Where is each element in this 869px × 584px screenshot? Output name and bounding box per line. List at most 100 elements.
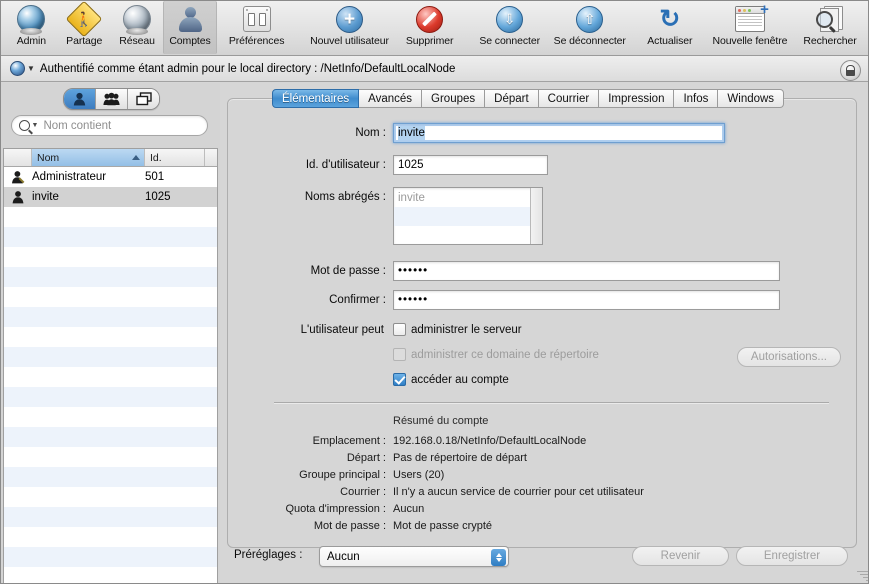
list-item-empty [4, 447, 217, 467]
row-name: Administrateur [32, 171, 107, 183]
checkbox-label: administrer ce domaine de répertoire [411, 348, 599, 361]
toolbar-label: Rechercher [803, 35, 857, 47]
shortnames-scrollbar[interactable] [530, 188, 542, 244]
toolbar-button-rechercher[interactable]: Rechercher [790, 1, 868, 54]
segment-computers[interactable] [128, 89, 159, 109]
tab-impression[interactable]: Impression [599, 89, 675, 108]
summary-title: Résumé du compte [393, 415, 489, 427]
toolbar-label: Préférences [228, 35, 285, 47]
resize-grip[interactable] [855, 571, 868, 583]
user-icon [4, 190, 32, 204]
search-input[interactable]: ▼ Nom contient [11, 115, 208, 136]
summary-label: Groupe principal : [299, 469, 386, 481]
shortname-item[interactable]: invite [394, 188, 542, 207]
toolbar-label: Nouvel utilisateur [310, 35, 389, 47]
shortname-item[interactable] [394, 207, 542, 226]
toolbar-button-se-deconnecter[interactable]: ⇧ Se déconnecter [550, 1, 630, 54]
elementaires-panel: Nom : invite Id. d'utilisateur : 1025 No… [227, 98, 857, 548]
tab-avances[interactable]: Avancés [359, 89, 423, 108]
tab-groupes[interactable]: Groupes [422, 89, 486, 108]
table-row[interactable]: invite 1025 [4, 187, 217, 207]
shortname-item[interactable] [394, 226, 542, 244]
field-row-user-can: L'utilisateur peut administrer le serveu… [228, 320, 856, 389]
column-header-label: Id. [150, 151, 162, 164]
chevron-down-icon[interactable]: ▼ [32, 122, 39, 129]
column-header-id[interactable]: Id. [145, 149, 205, 166]
list-item-empty [4, 527, 217, 547]
refresh-icon: ↻ [659, 4, 681, 33]
list-item-empty [4, 407, 217, 427]
tab-courrier[interactable]: Courrier [538, 89, 600, 108]
stepper-icon[interactable] [491, 548, 506, 566]
revert-button[interactable]: Revenir [632, 546, 729, 566]
toolbar-button-preferences[interactable]: Préférences [217, 1, 297, 54]
toolbar-label: Nouvelle fenêtre [712, 35, 788, 47]
shortnames-list[interactable]: invite [393, 187, 543, 245]
summary-value: Users (20) [393, 469, 445, 481]
person-icon [174, 4, 206, 34]
tab-elementaires[interactable]: Élémentaires [272, 89, 360, 108]
summary-label: Départ : [346, 452, 386, 464]
bottom-action-bar: Préréglages : Aucun Revenir Enregistrer [220, 539, 868, 583]
segment-groups[interactable] [96, 89, 128, 109]
list-item-empty [4, 507, 217, 527]
toolbar-button-se-connecter[interactable]: ⇩ Se connecter [470, 1, 550, 54]
tab-depart[interactable]: Départ [485, 89, 539, 108]
toolbar-label: Comptes [169, 35, 211, 47]
accounts-list[interactable]: Nom Id. Administrateur 501 invite 1025 [3, 148, 218, 583]
toolbar-button-partage[interactable]: 🚶 Partage [58, 1, 111, 54]
presets-dropdown[interactable]: Aucun [319, 546, 509, 567]
tab-label: Impression [608, 92, 665, 105]
tab-infos[interactable]: Infos [674, 89, 719, 108]
workgroup-manager-window: Admin 🚶 Partage Réseau Comptes Préférenc… [0, 0, 869, 584]
toolbar-button-nouvel-utilisateur[interactable]: + Nouvel utilisateur [309, 1, 389, 54]
toolbar-label: Supprimer [405, 35, 454, 47]
toolbar-button-comptes[interactable]: Comptes [163, 1, 217, 54]
toolbar-label: Se déconnecter [553, 35, 626, 47]
table-row[interactable]: Administrateur 501 [4, 167, 217, 187]
toolbar-button-nouvelle-fenetre[interactable]: + Nouvelle fenêtre [710, 1, 790, 54]
blue-sphere-icon [15, 4, 47, 35]
list-item-empty [4, 367, 217, 387]
shortnames-label: Noms abrégés : [304, 191, 386, 203]
toolbar-label: Partage [66, 35, 103, 47]
tab-label: Élémentaires [282, 92, 350, 105]
name-input[interactable]: invite [393, 123, 725, 143]
toolbar-button-supprimer[interactable]: Supprimer [390, 1, 470, 54]
segment-users[interactable] [64, 89, 96, 109]
password-input[interactable]: •••••• [393, 261, 780, 281]
tab-windows[interactable]: Windows [718, 89, 785, 108]
confirm-input[interactable]: •••••• [393, 290, 780, 310]
login-arrow-icon: ⇩ [494, 4, 526, 34]
chevron-down-icon[interactable]: ▼ [27, 64, 35, 73]
save-button[interactable]: Enregistrer [736, 546, 848, 566]
column-header-nom[interactable]: Nom [32, 149, 145, 166]
summary-value: 192.168.0.18/NetInfo/DefaultLocalNode [393, 435, 587, 447]
summary-row: Mot de passe : Mot de passe crypté [228, 518, 856, 535]
list-item-empty [4, 267, 217, 287]
toolbar-button-actualiser[interactable]: ↻ Actualiser [630, 1, 710, 54]
list-item-empty [4, 427, 217, 447]
account-type-segmented-control[interactable] [63, 88, 160, 110]
permissions-button[interactable]: Autorisations... [736, 347, 841, 367]
tab-label: Infos [683, 92, 709, 105]
accounts-list-header: Nom Id. [4, 149, 217, 167]
confirm-input-value: •••••• [398, 294, 429, 306]
checkbox-admin-server[interactable] [393, 323, 406, 336]
checkbox-row-admin-server[interactable]: administrer le serveur [393, 320, 599, 339]
globe-icon[interactable] [10, 61, 25, 76]
userid-input[interactable]: 1025 [393, 155, 548, 175]
toolbar-label: Actualiser [647, 35, 693, 47]
checkbox-access-account[interactable] [393, 373, 406, 386]
summary-title-row: Résumé du compte [228, 415, 856, 427]
summary-label: Quota d'impression : [285, 503, 386, 515]
list-item-empty [4, 547, 217, 567]
authentication-bar: ▼ Authentifié comme étant admin pour le … [1, 56, 868, 82]
lock-icon[interactable] [840, 60, 861, 81]
toolbar-button-admin[interactable]: Admin [5, 1, 58, 54]
field-row-confirm: Confirmer : •••••• [228, 290, 856, 310]
toolbar-button-reseau[interactable]: Réseau [111, 1, 164, 54]
list-item-empty [4, 347, 217, 367]
checkbox-row-access-account[interactable]: accéder au compte [393, 370, 599, 389]
column-header-icon [4, 149, 32, 166]
